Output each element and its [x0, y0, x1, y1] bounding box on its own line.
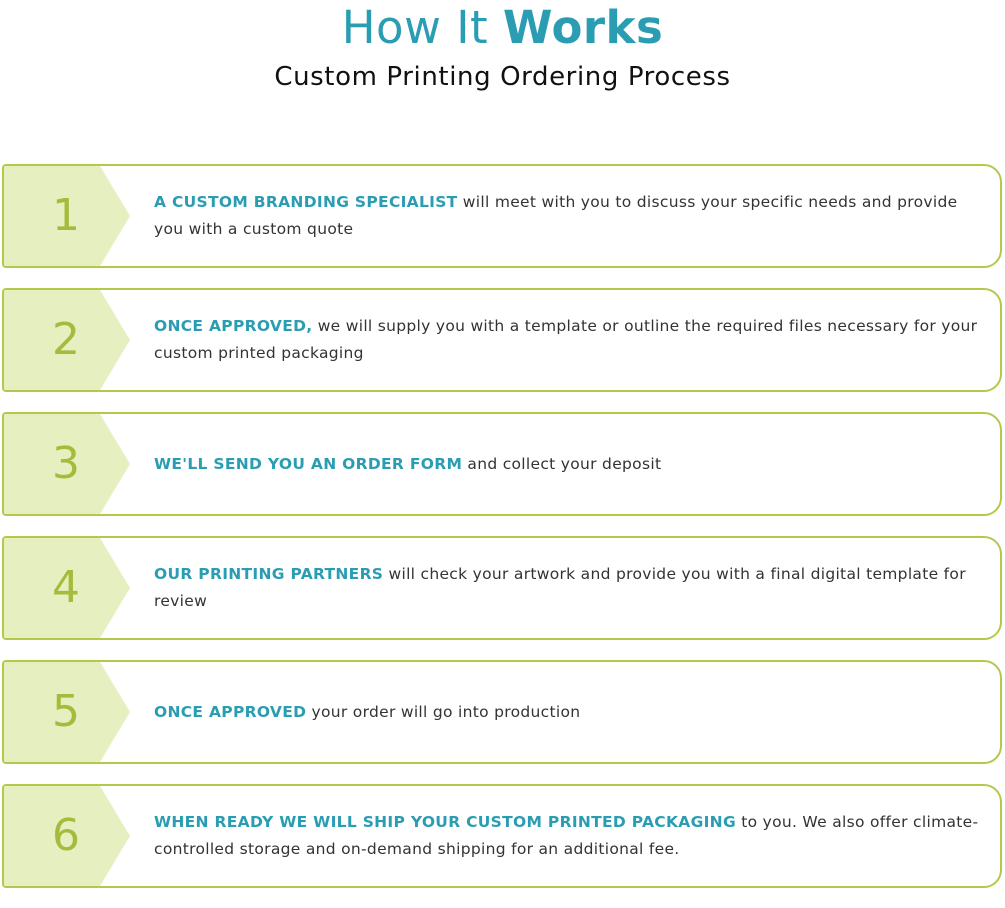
step-body: and collect your deposit — [462, 454, 662, 473]
step-number: 5 — [52, 686, 80, 737]
step-card-5: 5 ONCE APPROVED your order will go into … — [2, 660, 1002, 764]
page-header: How It Works Custom Printing Ordering Pr… — [0, 0, 1005, 93]
title-light: How It — [341, 1, 503, 54]
step-number: 3 — [52, 438, 80, 489]
step-lead: OUR PRINTING PARTNERS — [154, 565, 384, 583]
step-lead: WE'LL SEND YOU AN ORDER FORM — [154, 454, 463, 473]
page-title: How It Works — [0, 0, 1005, 54]
step-description: OUR PRINTING PARTNERS will check your ar… — [154, 538, 984, 638]
step-card-6: 6 WHEN READY WE WILL SHIP YOUR CUSTOM PR… — [2, 784, 1002, 888]
step-number: 4 — [52, 562, 80, 613]
step-number: 2 — [52, 314, 80, 365]
step-lead: ONCE APPROVED, — [154, 317, 313, 335]
page-subtitle: Custom Printing Ordering Process — [274, 62, 731, 92]
step-card-2: 2 ONCE APPROVED, we will supply you with… — [2, 288, 1002, 392]
step-description: WE'LL SEND YOU AN ORDER FORM and collect… — [154, 414, 984, 514]
step-card-3: 3 WE'LL SEND YOU AN ORDER FORM and colle… — [2, 412, 1002, 516]
step-card-4: 4 OUR PRINTING PARTNERS will check your … — [2, 536, 1002, 640]
step-number: 6 — [52, 810, 80, 861]
title-bold: Works — [502, 1, 664, 54]
step-description: WHEN READY WE WILL SHIP YOUR CUSTOM PRIN… — [154, 786, 984, 886]
step-description: ONCE APPROVED your order will go into pr… — [154, 662, 984, 762]
step-description: ONCE APPROVED, we will supply you with a… — [154, 290, 984, 390]
step-number: 1 — [52, 190, 80, 241]
step-body: your order will go into production — [306, 702, 581, 721]
step-card-1: 1 A CUSTOM BRANDING SPECIALIST will meet… — [2, 164, 1002, 268]
steps-list: 1 A CUSTOM BRANDING SPECIALIST will meet… — [2, 164, 1002, 908]
step-description: A CUSTOM BRANDING SPECIALIST will meet w… — [154, 166, 984, 266]
step-lead: WHEN READY WE WILL SHIP YOUR CUSTOM PRIN… — [154, 813, 736, 831]
step-lead: A CUSTOM BRANDING SPECIALIST — [154, 193, 458, 211]
step-lead: ONCE APPROVED — [154, 702, 307, 721]
